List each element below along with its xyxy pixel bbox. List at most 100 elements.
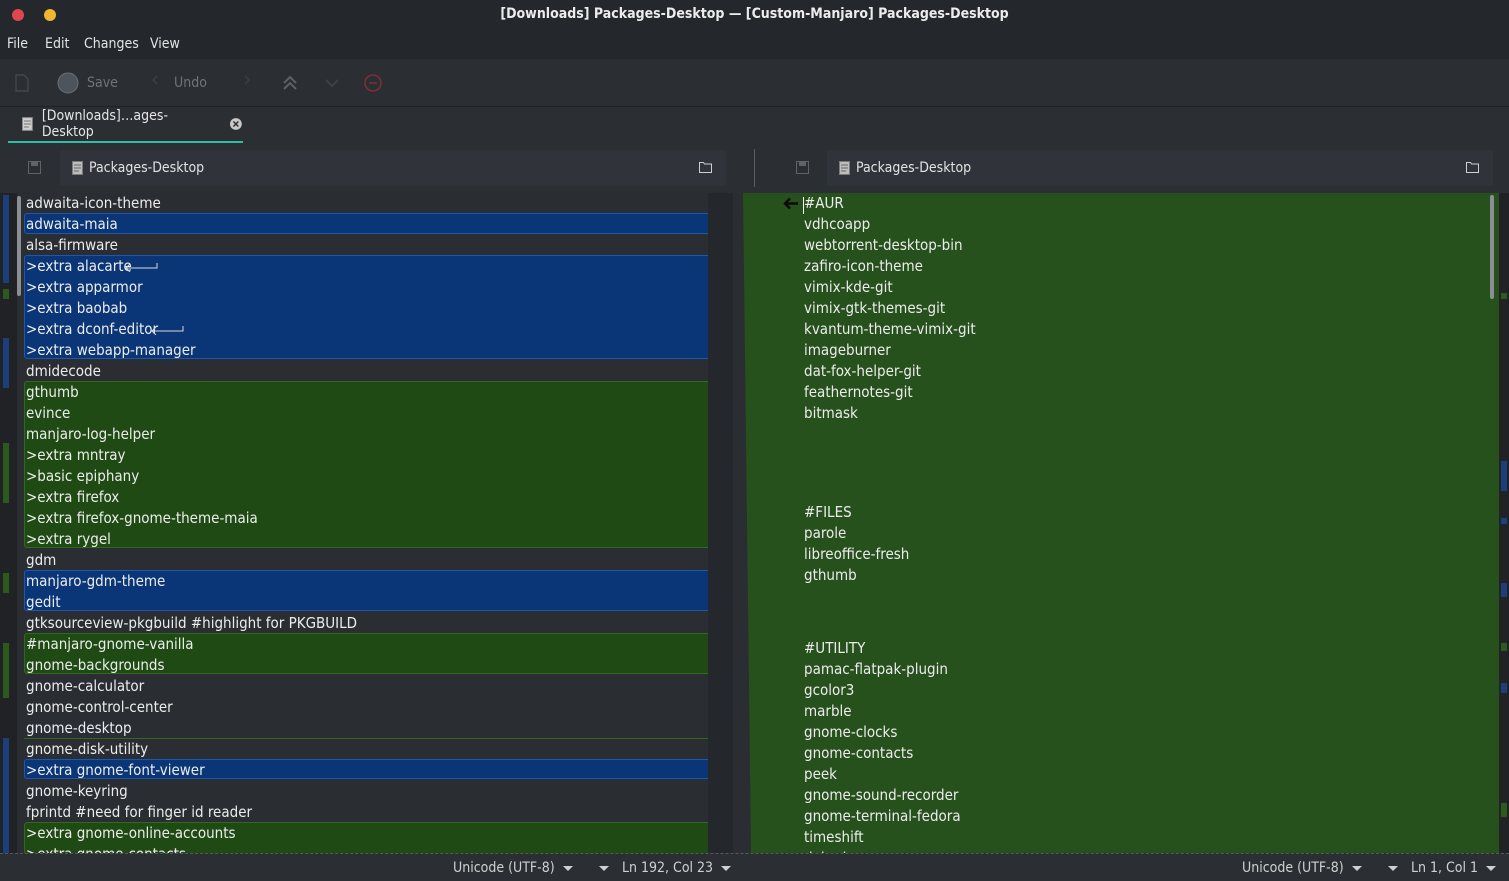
menu-view[interactable]: View — [150, 36, 180, 52]
toolbar: Save Undo — [0, 59, 1509, 107]
left-line: gnome-disk-utility — [26, 740, 149, 758]
right-line: gcolor3 — [804, 681, 855, 699]
right-language-selector[interactable] — [1380, 860, 1398, 876]
menu-edit[interactable]: Edit — [45, 36, 69, 52]
right-line: gnome-contacts — [804, 744, 914, 762]
diff-link-map[interactable] — [733, 193, 757, 853]
right-pane-header: Packages-Desktop — [757, 145, 1509, 191]
save-button[interactable]: Save — [57, 59, 118, 107]
window-title: [Downloads] Packages-Desktop — [Custom-M… — [500, 6, 1009, 22]
left-line: manjaro-log-helper — [26, 425, 156, 443]
right-line: dat-fox-helper-git — [804, 362, 921, 380]
dropdown-icon — [1388, 865, 1398, 871]
right-cursor-position[interactable]: Ln 1, Col 1 — [1411, 860, 1497, 876]
right-line: #AUR — [804, 194, 844, 212]
left-scrollbar-thumb[interactable] — [17, 196, 21, 296]
title-bar: [Downloads] Packages-Desktop — [Custom-M… — [0, 0, 1509, 31]
left-line: >extra mntray — [26, 446, 126, 464]
undo-label: Undo — [174, 75, 207, 91]
left-line: >extra gnome-online-accounts — [26, 824, 236, 842]
left-line: alsa-firmware — [26, 236, 118, 254]
right-scrollbar-thumb[interactable] — [1490, 195, 1494, 299]
right-line: libreoffice-fresh — [804, 545, 910, 563]
left-language-selector[interactable] — [591, 860, 609, 876]
left-cursor-position[interactable]: Ln 192, Col 23 — [622, 860, 732, 876]
left-line: gnome-desktop — [26, 719, 132, 737]
right-line: pamac-flatpak-plugin — [804, 660, 948, 678]
right-line: imageburner — [804, 341, 891, 359]
right-line: webtorrent-desktop-bin — [804, 236, 963, 254]
right-line: peek — [804, 765, 837, 783]
left-line: dmidecode — [26, 362, 101, 380]
previous-change-button[interactable] — [281, 59, 299, 107]
left-line: gnome-keyring — [26, 782, 128, 800]
right-line: gnome-terminal-fedora — [804, 807, 961, 825]
left-line: >extra dconf-editor — [26, 320, 159, 338]
right-filename: Packages-Desktop — [856, 160, 972, 176]
folder-icon[interactable] — [699, 161, 712, 173]
text-file-icon — [72, 161, 83, 175]
left-line: >extra gnome-font-viewer — [26, 761, 205, 779]
text-file-icon — [839, 161, 850, 175]
left-line: gnome-control-center — [26, 698, 173, 716]
redo-button[interactable] — [238, 59, 252, 107]
left-change-map[interactable] — [0, 193, 17, 853]
right-position-label: Ln 1, Col 1 — [1411, 860, 1479, 876]
right-line: #FILES — [804, 503, 852, 521]
dropdown-icon — [721, 865, 732, 871]
pane-divider — [754, 149, 755, 187]
left-line: gdm — [26, 551, 57, 569]
menu-bar: File Edit Changes View — [0, 31, 1509, 59]
next-change-button[interactable] — [323, 59, 341, 107]
document-icon — [15, 74, 29, 92]
left-encoding-selector[interactable]: Unicode (UTF-8) — [453, 860, 573, 876]
right-line: vimix-kde-git — [804, 278, 893, 296]
dropdown-icon — [1351, 865, 1362, 871]
close-tab-icon[interactable] — [229, 117, 243, 131]
text-file-icon — [22, 117, 33, 131]
left-encoding-label: Unicode (UTF-8) — [453, 860, 555, 876]
left-scrollbar-gutter[interactable] — [708, 193, 733, 853]
right-line: bitmask — [804, 404, 858, 422]
arrow-left-icon — [125, 263, 158, 272]
right-line: feathernotes-git — [804, 383, 913, 401]
tab-label: [Downloads]…ages-Desktop — [41, 108, 169, 140]
left-line: >extra firefox — [26, 488, 120, 506]
left-line: >extra apparmor — [26, 278, 143, 296]
left-line: evince — [26, 404, 71, 422]
undo-icon — [152, 75, 158, 85]
right-line: marble — [804, 702, 852, 720]
new-comparison-button[interactable] — [14, 59, 30, 107]
save-pane-icon[interactable] — [796, 161, 809, 174]
dropdown-icon — [599, 865, 609, 871]
right-line: timeshift — [804, 828, 864, 846]
left-line: gnome-backgrounds — [26, 656, 165, 674]
copy-left-arrow-icon[interactable] — [781, 197, 799, 210]
right-change-map[interactable] — [1499, 193, 1509, 853]
left-line: >extra baobab — [26, 299, 128, 317]
undo-button[interactable]: Undo — [150, 59, 207, 107]
right-line: gnome-clocks — [804, 723, 898, 741]
right-text-view[interactable]: #AUR vdhcoapp webtorrent-desktop-bin zafiro… — [757, 193, 1487, 853]
stop-icon — [364, 74, 382, 92]
left-file-chooser[interactable]: Packages-Desktop — [60, 150, 726, 186]
left-text-view[interactable]: adwaita-icon-theme adwaita-maia alsa-firmw… — [17, 193, 708, 853]
menu-file[interactable]: File — [7, 36, 28, 52]
left-position-label: Ln 192, Col 23 — [622, 860, 714, 876]
menu-changes[interactable]: Changes — [84, 36, 139, 52]
folder-icon[interactable] — [1466, 161, 1479, 173]
tab-comparison[interactable]: [Downloads]…ages-Desktop — [8, 107, 243, 143]
right-encoding-selector[interactable]: Unicode (UTF-8) — [1242, 860, 1362, 876]
left-line: gtksourceview-pkgbuild #highlight for PK… — [26, 614, 358, 632]
right-line: zafiro-icon-theme — [804, 257, 923, 275]
save-label: Save — [87, 75, 118, 91]
status-bar: Unicode (UTF-8) Ln 192, Col 23 Unicode (… — [0, 853, 1509, 881]
left-line: >extra gnome-contacts — [26, 844, 186, 853]
right-line: kvantum-theme-vimix-git — [804, 320, 976, 338]
redo-icon — [244, 75, 250, 85]
right-scrollbar[interactable] — [1487, 193, 1499, 853]
right-file-chooser[interactable]: Packages-Desktop — [827, 150, 1493, 186]
save-pane-icon[interactable] — [28, 161, 41, 174]
left-line: >extra rygel — [26, 530, 111, 548]
stop-button[interactable] — [363, 59, 383, 107]
